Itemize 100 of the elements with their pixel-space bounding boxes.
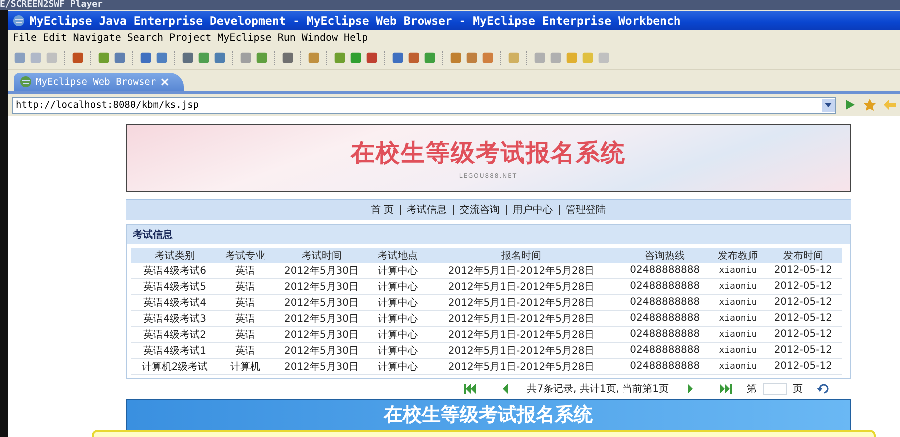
first-page-icon[interactable] (463, 384, 478, 394)
column-header: 考试时间 (272, 248, 372, 263)
nav-link[interactable]: 管理登陆 (566, 203, 606, 217)
table-cell: 英语 (219, 310, 272, 326)
table-cell: 计算中心 (371, 358, 424, 374)
table-cell: xiaoniu (712, 358, 765, 374)
table-cell: 英语 (219, 326, 272, 342)
toolbar-icon[interactable] (182, 52, 194, 64)
table-cell: 2012-05-12 (764, 326, 842, 342)
table-cell: xiaoniu (712, 294, 765, 310)
page-label: 第 (747, 383, 757, 396)
table-cell: 计算中心 (371, 294, 424, 310)
table-cell: 2012-05-12 (764, 263, 842, 278)
star-icon[interactable] (864, 99, 876, 111)
table-cell: 02488888888 (618, 278, 712, 294)
table-cell: 2012年5月1日-2012年5月28日 (424, 310, 619, 326)
table-cell: 英语4级考试3 (131, 310, 220, 326)
table-cell: xiaoniu (712, 278, 765, 294)
nav-link[interactable]: 用户中心 (513, 203, 554, 217)
menu-item[interactable]: Help (341, 33, 372, 44)
menu-item[interactable]: Project (166, 33, 215, 44)
table-cell: xiaoniu (712, 310, 765, 326)
toolbar-icon[interactable] (282, 52, 294, 64)
banner-title: 在校生等级考试报名系统 (351, 138, 626, 168)
table-cell: 计算中心 (371, 342, 424, 358)
table-cell: 02488888888 (618, 310, 712, 326)
table-cell: 英语 (219, 278, 272, 294)
last-page-icon[interactable] (719, 384, 733, 394)
dropdown-icon[interactable] (822, 98, 835, 112)
page-summary: 共7条记录, 共计1页, 当前第1页 (527, 382, 669, 396)
toolbar-icon[interactable] (214, 52, 226, 64)
menu-item[interactable]: File (10, 33, 40, 44)
table-cell: 英语 (219, 342, 272, 358)
toolbar-icon[interactable] (334, 52, 346, 64)
table-cell: xiaoniu (712, 342, 765, 358)
menu-item[interactable]: Run (274, 33, 299, 44)
nav-link[interactable]: 考试信息 (407, 203, 448, 217)
column-header: 报名时间 (424, 248, 619, 263)
table-cell: 2012年5月1日-2012年5月28日 (424, 278, 619, 294)
table-cell: 英语4级考试4 (131, 294, 220, 310)
menu-item[interactable]: Navigate (70, 33, 124, 44)
globe-icon (20, 76, 32, 88)
toolbar-icon[interactable] (240, 52, 252, 64)
table-cell: 英语4级考试6 (131, 263, 220, 278)
menu-item[interactable]: MyEclipse (214, 33, 275, 44)
table-cell: 计算中心 (371, 326, 424, 342)
nav-link[interactable]: 首 页 (370, 203, 394, 217)
toolbar-icon[interactable] (140, 52, 152, 64)
column-header: 发布教师 (712, 248, 765, 263)
table-cell: 2012年5月1日-2012年5月28日 (424, 263, 619, 278)
table-cell: 计算机2级考试 (131, 358, 220, 374)
table-cell: 02488888888 (618, 294, 712, 310)
toolbar-icon[interactable] (534, 52, 546, 64)
toolbar-icon[interactable] (156, 52, 168, 64)
toolbar-icon[interactable] (350, 52, 362, 64)
menu-item[interactable]: Search (124, 33, 166, 44)
back-arrow-icon[interactable] (884, 99, 896, 111)
table-cell: 计算中心 (371, 278, 424, 294)
column-header: 考试地点 (371, 248, 424, 263)
globe-icon (13, 14, 25, 26)
toolbar-icon[interactable] (256, 52, 268, 64)
menu-item[interactable]: Edit (40, 33, 70, 44)
toolbar-icon[interactable] (482, 52, 494, 64)
table-cell: 计算机 (219, 358, 272, 374)
nav-link[interactable]: 交流咨询 (460, 203, 500, 217)
table-cell: 2012-05-12 (764, 278, 842, 294)
table-cell: 2012年5月1日-2012年5月28日 (424, 326, 619, 342)
toolbar-icon[interactable] (114, 52, 126, 64)
table-cell: 计算中心 (371, 310, 424, 326)
table-cell: 2012-05-12 (764, 310, 842, 326)
address-field[interactable]: http://localhost:8080/kbm/ks.jsp (12, 96, 836, 114)
toolbar-icon[interactable] (550, 52, 562, 64)
refresh-icon[interactable] (817, 384, 831, 394)
toolbar-icon[interactable] (72, 52, 84, 64)
table-cell: 英语 (219, 294, 272, 310)
table-cell: 2012年5月30日 (272, 326, 372, 342)
toolbar-icon[interactable] (308, 52, 320, 64)
toolbar-icon[interactable] (14, 52, 26, 64)
table-cell: 2012年5月30日 (272, 342, 372, 358)
toolbar-icon[interactable] (424, 52, 436, 64)
toolbar-icon[interactable] (392, 52, 404, 64)
table-cell: xiaoniu (712, 326, 765, 342)
table-cell: 2012年5月30日 (272, 294, 372, 310)
column-header: 考试类别 (131, 248, 220, 263)
go-icon[interactable] (844, 99, 856, 111)
table-cell: 02488888888 (618, 342, 712, 358)
toolbar-icon[interactable] (450, 52, 462, 64)
table-cell: 2012-05-12 (764, 358, 842, 374)
toolbar-icon[interactable] (98, 52, 110, 64)
table-cell: 英语4级考试5 (131, 278, 220, 294)
toolbar-icon[interactable] (408, 52, 420, 64)
page-input[interactable] (763, 383, 787, 395)
table-cell: 2012年5月30日 (272, 358, 372, 374)
toolbar-icon[interactable] (466, 52, 478, 64)
menu-item[interactable]: Window (298, 33, 342, 44)
window-title: MyEclipse Java Enterprise Development - MyEclipse Web Browser - MyEclipse Enterprise Workbench (30, 14, 681, 28)
table-cell: 2012年5月30日 (272, 278, 372, 294)
toolbar-icon[interactable] (366, 52, 378, 64)
table-cell: 计算中心 (371, 263, 424, 278)
toolbar-icon[interactable] (198, 52, 210, 64)
